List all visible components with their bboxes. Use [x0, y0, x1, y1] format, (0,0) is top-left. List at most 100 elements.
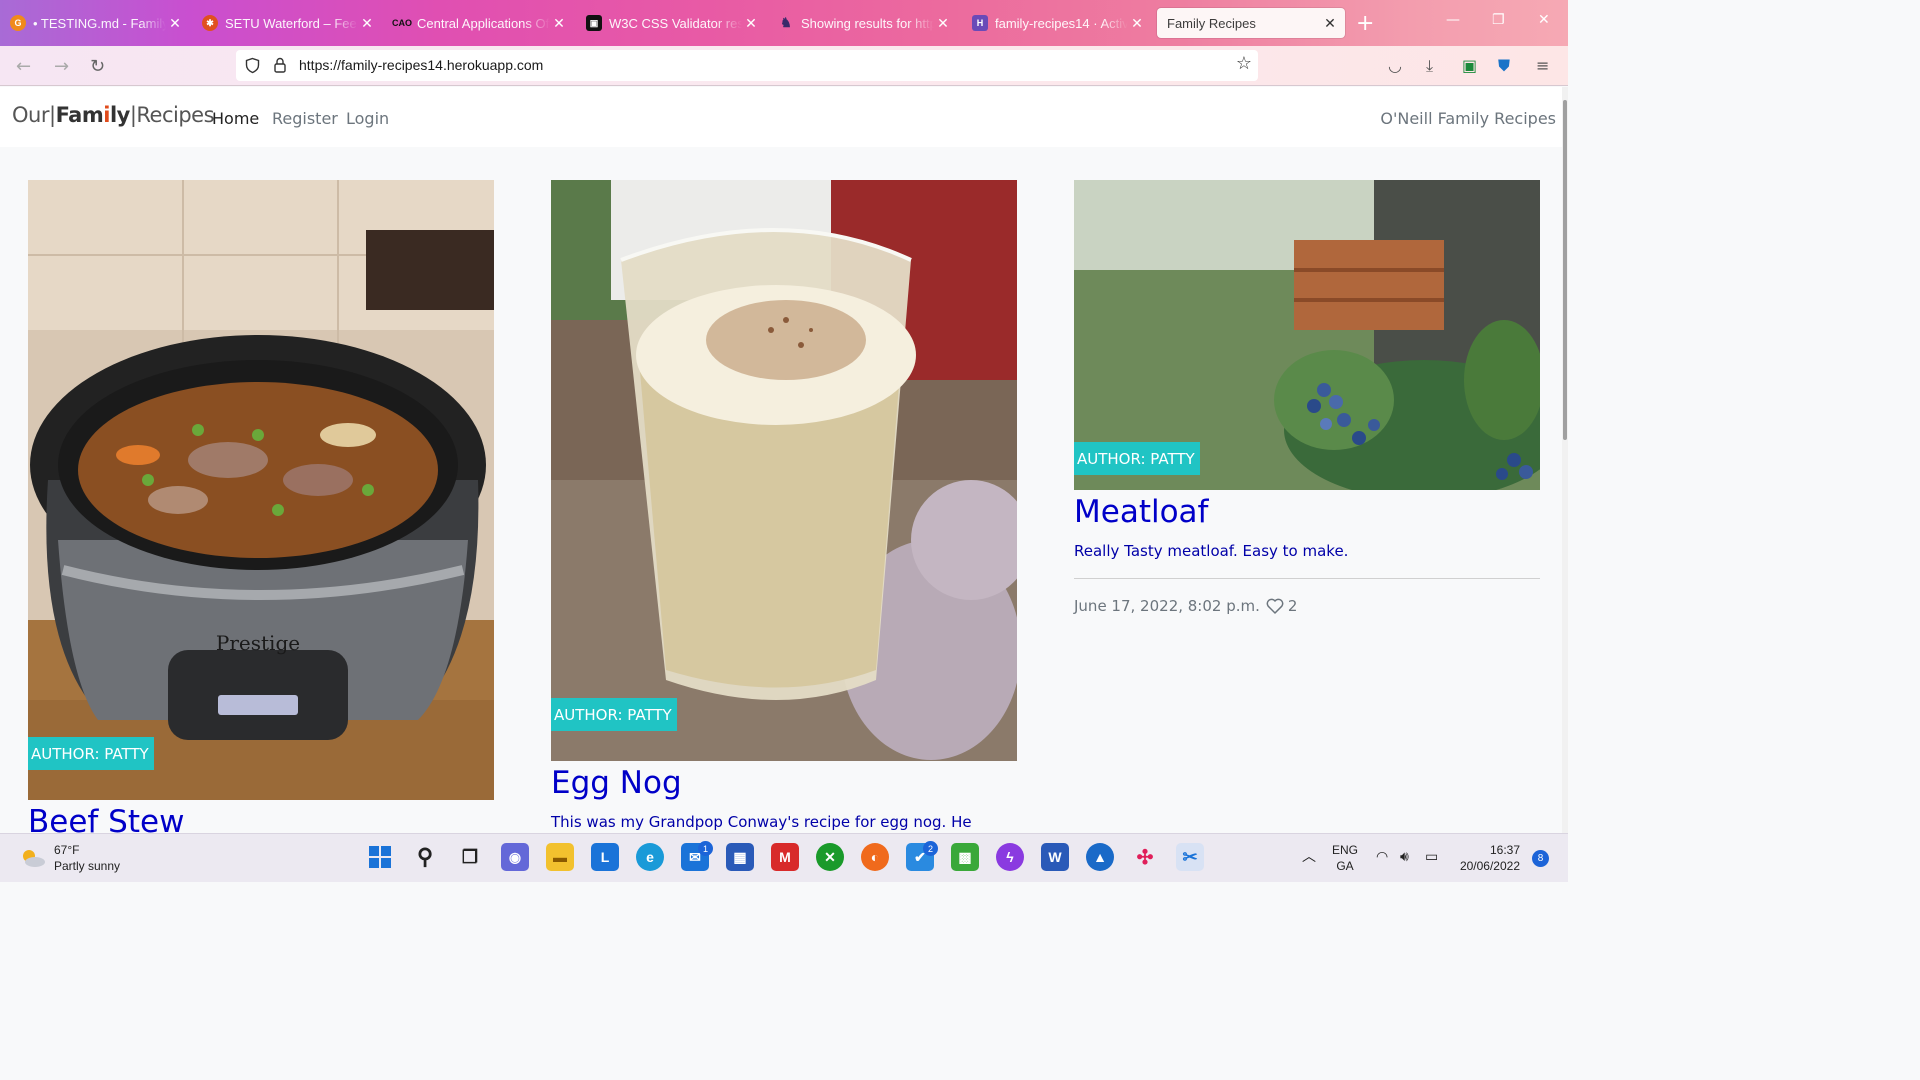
recipe-card-egg-nog[interactable]: AUTHOR: PATTY Egg Nog This was my Grandp… [551, 180, 1017, 849]
recipe-title[interactable]: Egg Nog [551, 765, 1017, 801]
close-icon[interactable]: ✕ [358, 15, 376, 32]
shield-icon[interactable] [244, 57, 261, 74]
search-icon[interactable]: ⚲ [411, 843, 439, 871]
recipe-title[interactable]: Meatloaf [1074, 494, 1540, 530]
app-blue-icon[interactable]: ▲ [1086, 843, 1114, 871]
close-icon[interactable]: ✕ [550, 15, 568, 32]
firefox-icon[interactable]: ◐ [861, 843, 889, 871]
browser-tab-strip: G • TESTING.md - FamilyR ✕ ✱ SETU Waterf… [0, 0, 1568, 46]
browser-tab-family-recipes[interactable]: Family Recipes ✕ [1157, 8, 1345, 38]
setu-icon: ✱ [202, 15, 218, 31]
snipping-tool-icon[interactable]: ✂ [1176, 843, 1204, 871]
svg-text:Prestige: Prestige [216, 631, 300, 655]
recipe-image-beef-stew[interactable]: Prestige AUTHOR: PATTY [28, 180, 494, 800]
clock-date: 20/06/2022 [1459, 859, 1520, 873]
tab-title: Family Recipes [1167, 15, 1256, 31]
minimize-icon[interactable]: — [1446, 12, 1460, 28]
lang-top: ENG [1332, 843, 1359, 857]
browser-toolbar: ← → ↻ https://family-recipes14.herokuapp… [0, 46, 1568, 86]
close-window-icon[interactable]: ✕ [1538, 12, 1550, 28]
slack-icon[interactable]: ✣ [1131, 843, 1159, 871]
url-bar[interactable]: https://family-recipes14.herokuapp.com ☆ [236, 50, 1258, 81]
menu-icon[interactable]: ≡ [1536, 56, 1549, 75]
recipe-card-beef-stew[interactable]: Prestige AUTHOR: PATTY Beef Stew [28, 180, 494, 840]
site-navbar: Our|Family|Recipes Home Register Login O… [0, 87, 1562, 147]
egg-nog-photo [551, 180, 1017, 761]
bookmark-star-icon[interactable]: ☆ [1236, 53, 1252, 74]
app-l-icon[interactable]: L [591, 843, 619, 871]
lock-icon[interactable] [273, 56, 287, 74]
heart-icon[interactable] [1266, 598, 1284, 614]
xbox-icon[interactable]: ✕ [816, 843, 844, 871]
tab-title: Showing results for http [801, 15, 934, 31]
clock[interactable]: 16:37 20/06/2022 [1456, 842, 1520, 874]
back-icon[interactable]: ← [16, 56, 31, 77]
partly-sunny-icon [23, 850, 45, 867]
w3c-icon: ▣ [586, 15, 602, 31]
new-tab-icon[interactable]: + [1356, 11, 1374, 36]
browser-tab-setu[interactable]: ✱ SETU Waterford – Fee St ✕ [192, 8, 382, 38]
messenger-icon[interactable]: ϟ [996, 843, 1024, 871]
clock-time: 16:37 [1489, 843, 1520, 857]
close-icon[interactable]: ✕ [934, 15, 952, 32]
mcafee-icon[interactable]: M [771, 843, 799, 871]
tab-title: W3C CSS Validator result [609, 15, 742, 31]
extension-shield-icon[interactable]: ⛊ [1498, 56, 1510, 76]
photos-icon[interactable]: ▩ [951, 843, 979, 871]
recipe-description: Really Tasty meatloaf. Easy to make. [1074, 542, 1349, 560]
tab-title: Central Applications Off [417, 15, 550, 31]
browser-tab-heroku[interactable]: H family-recipes14 · Activi ✕ [962, 8, 1152, 38]
recipe-image-egg-nog[interactable]: AUTHOR: PATTY [551, 180, 1017, 761]
brand-part-our: Our| [12, 103, 56, 127]
brand-part-family: Family [55, 103, 131, 127]
nav-register-link[interactable]: Register [272, 109, 338, 128]
wave-icon: ♞ [780, 15, 792, 30]
word-icon[interactable]: W [1041, 843, 1069, 871]
url-text[interactable]: https://family-recipes14.herokuapp.com [299, 57, 543, 73]
wifi-icon[interactable]: ◠ [1376, 848, 1388, 864]
slow-cooker-photo: Prestige [28, 180, 494, 800]
browser-tab-cao[interactable]: CAO Central Applications Off ✕ [384, 8, 574, 38]
brand-i: i [103, 103, 110, 127]
like-count: 2 [1287, 597, 1298, 615]
nav-home-link[interactable]: Home [212, 109, 259, 128]
file-explorer-icon[interactable]: ▬ [546, 843, 574, 871]
mail-badge: 1 [698, 841, 713, 856]
nav-login-link[interactable]: Login [346, 109, 389, 128]
heroku-icon: H [972, 15, 988, 31]
edge-icon[interactable]: e [636, 843, 664, 871]
brand-logo[interactable]: Our|Family|Recipes [12, 103, 215, 127]
brand-part-recipes: |Recipes [129, 103, 215, 127]
notification-badge[interactable]: 8 [1532, 850, 1549, 867]
chat-icon[interactable]: ◉ [501, 843, 529, 871]
start-icon[interactable] [366, 843, 394, 871]
scrollbar-thumb[interactable] [1563, 100, 1567, 440]
todo-badge: 2 [923, 841, 938, 856]
brand-fam: Fam [55, 103, 104, 127]
cao-icon: CAO [392, 18, 412, 28]
close-icon[interactable]: ✕ [166, 15, 184, 32]
extension-icon[interactable]: ▣ [1462, 56, 1477, 75]
close-icon[interactable]: ✕ [742, 15, 760, 32]
forward-icon[interactable]: → [54, 56, 69, 77]
close-icon[interactable]: ✕ [1128, 15, 1146, 32]
browser-tab-testing[interactable]: G • TESTING.md - FamilyR ✕ [0, 8, 190, 38]
weather-widget[interactable]: 67°F Partly sunny [20, 842, 120, 874]
store-icon[interactable]: ▦ [726, 843, 754, 871]
pocket-icon[interactable]: ◡ [1388, 56, 1402, 75]
browser-tab-wave[interactable]: ♞ Showing results for http ✕ [768, 8, 958, 38]
reload-icon[interactable]: ↻ [90, 56, 105, 77]
download-icon[interactable]: ⤓ [1426, 56, 1433, 76]
chevron-up-icon[interactable]: ︿ [1302, 848, 1316, 864]
recipe-card-meatloaf[interactable]: AUTHOR: PATTY Meatloaf Really Tasty meat… [1074, 180, 1540, 615]
browser-tab-w3c[interactable]: ▣ W3C CSS Validator result ✕ [576, 8, 766, 38]
close-icon[interactable]: ✕ [1321, 15, 1339, 32]
language-indicator[interactable]: ENG GA [1332, 842, 1358, 874]
weather-temp: 67°F [54, 843, 80, 857]
restore-icon[interactable]: ❐ [1492, 12, 1505, 28]
author-badge: AUTHOR: PATTY [28, 737, 154, 770]
recipe-image-meatloaf[interactable]: AUTHOR: PATTY [1074, 180, 1540, 490]
volume-icon[interactable]: 🔊︎ [1400, 848, 1409, 864]
task-view-icon[interactable]: ❐ [456, 843, 484, 871]
battery-icon[interactable]: ▭ [1425, 848, 1438, 864]
